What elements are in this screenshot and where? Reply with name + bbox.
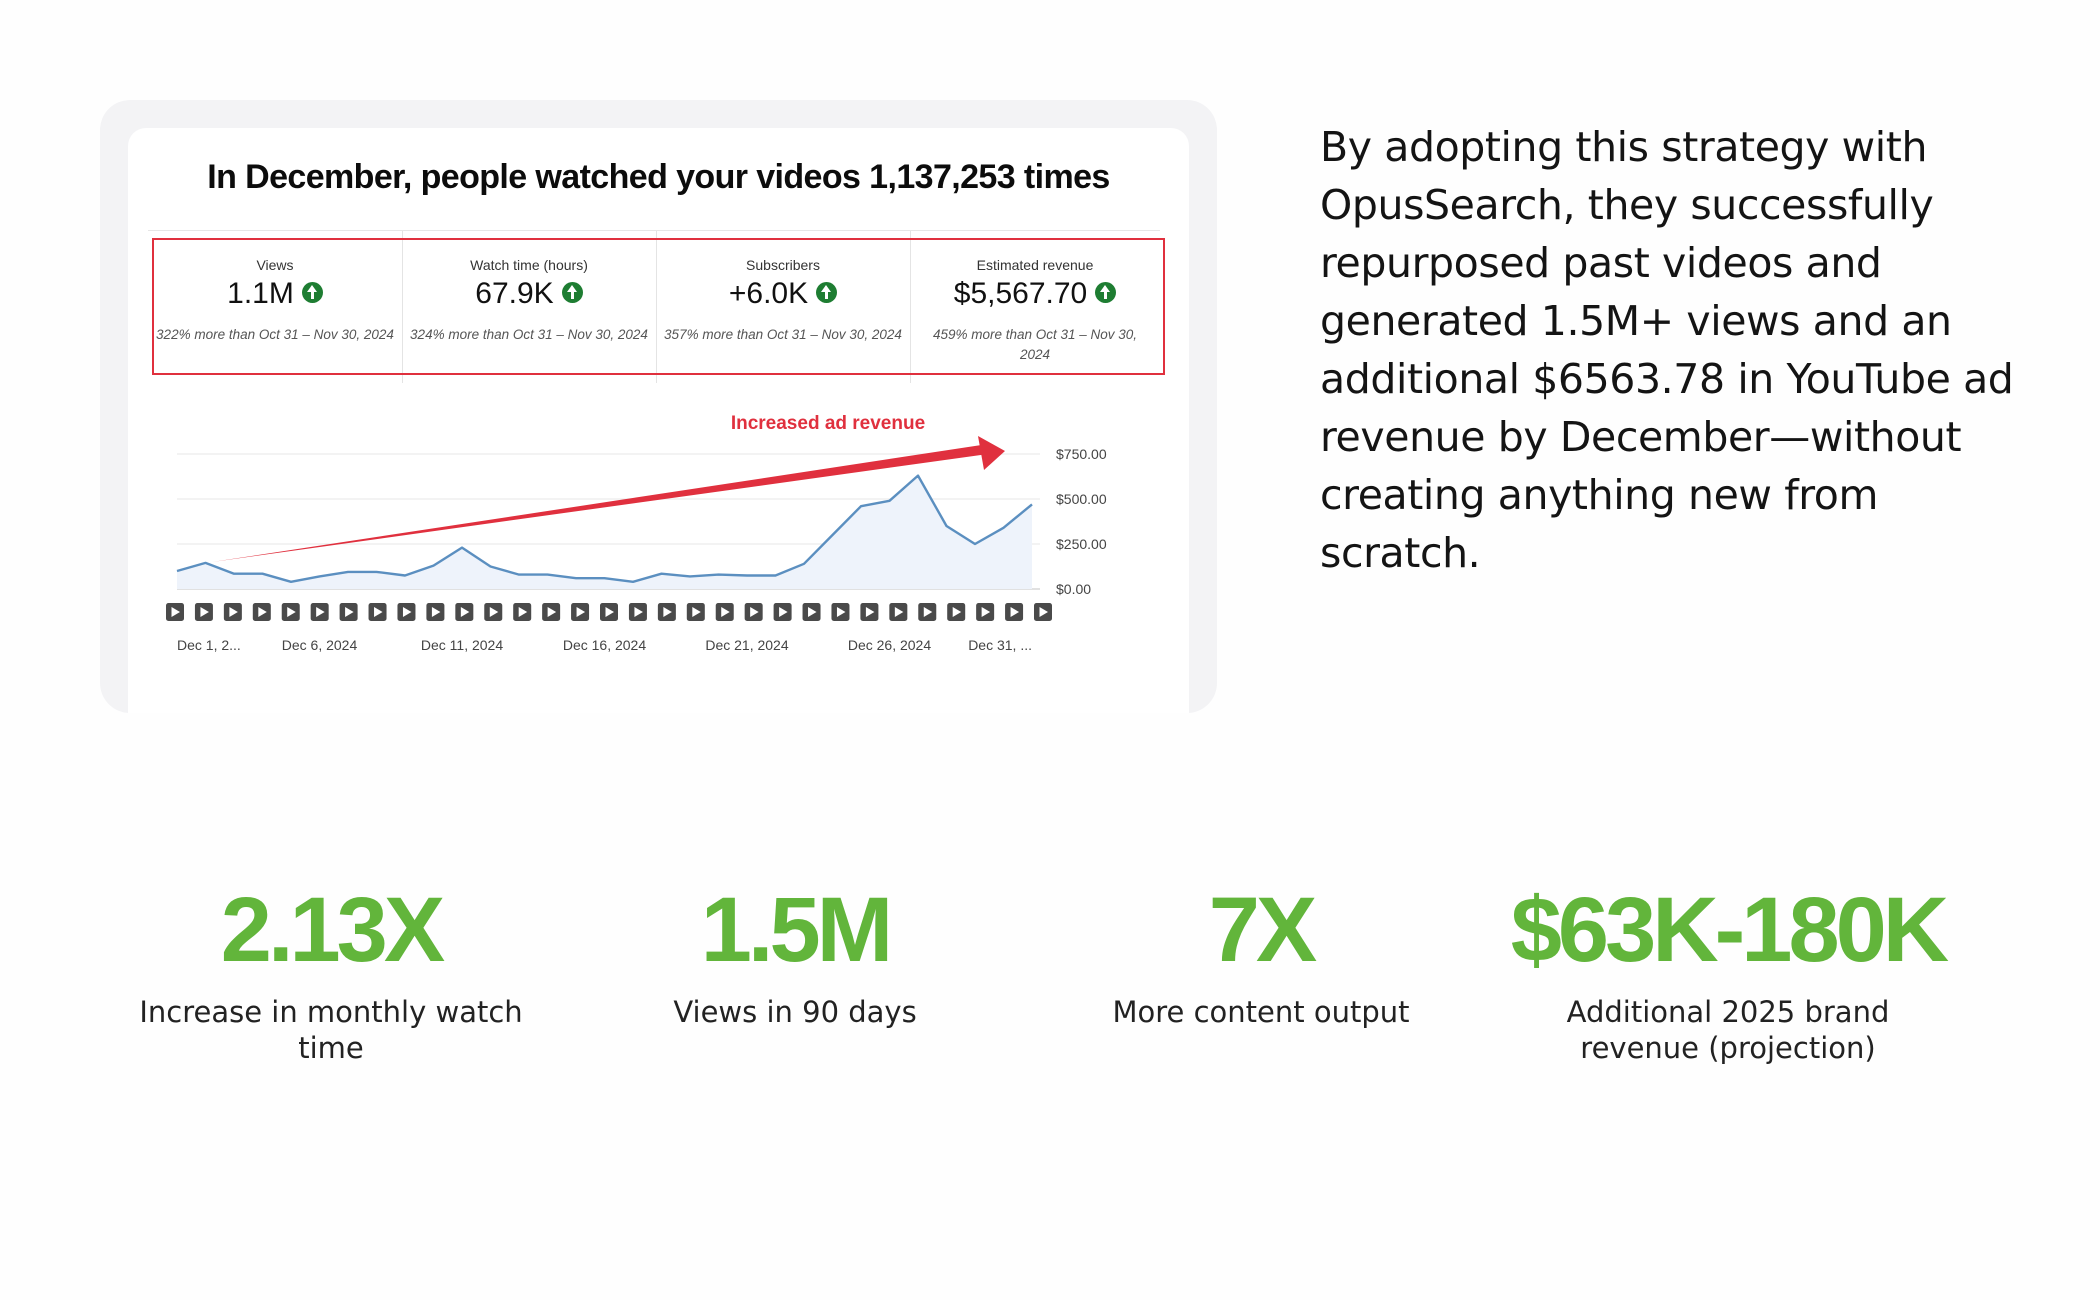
y-tick-label: $750.00 — [1056, 446, 1107, 462]
stat-content-output: 7X More content output — [1041, 880, 1481, 1030]
y-tick-label: $0.00 — [1056, 581, 1091, 597]
stat-value: $63K-180K — [1510, 879, 1950, 981]
y-tick-label: $250.00 — [1056, 536, 1107, 552]
stat-label: Views in 90 days — [673, 995, 917, 1029]
stat-label: Additional 2025 brand revenue (projectio… — [1566, 995, 1890, 1065]
analytics-screenshot: In December, people watched your videos … — [128, 128, 1189, 713]
analytics-card: In December, people watched your videos … — [100, 100, 1217, 713]
metrics-highlight-box — [152, 238, 1165, 375]
stat-views: 1.5M Views in 90 days — [575, 880, 1015, 1030]
x-tick-label: Dec 11, 2024 — [421, 637, 503, 653]
trend-arrow-head — [978, 436, 1005, 470]
revenue-chart: $750.00 $500.00 $250.00 $0.00 Increased ad … — [128, 396, 1189, 713]
revenue-chart-svg: $750.00 $500.00 $250.00 $0.00 Increased ad … — [166, 413, 1107, 653]
x-tick-label: Dec 16, 2024 — [563, 637, 646, 653]
stat-value: 7X — [1208, 879, 1318, 981]
x-tick-label: Dec 31, ... — [968, 637, 1032, 653]
x-tick-label: Dec 1, 2... — [177, 637, 241, 653]
x-tick-label: Dec 6, 2024 — [282, 637, 358, 653]
stat-label: More content output — [1112, 995, 1410, 1029]
stat-brand-revenue: $63K-180K Additional 2025 brand revenue … — [1508, 879, 1950, 1066]
card-title: In December, people watched your videos … — [207, 158, 1110, 196]
annotation-label: Increased ad revenue — [731, 413, 925, 434]
x-tick-label: Dec 26, 2024 — [848, 637, 931, 653]
stat-label: Increase in monthly watch time — [139, 995, 523, 1065]
stat-value: 2.13X — [220, 879, 445, 981]
revenue-area — [177, 475, 1032, 589]
stat-watch-time: 2.13X Increase in monthly watch time — [111, 880, 551, 1066]
x-tick-label: Dec 21, 2024 — [705, 637, 788, 653]
stat-value: 1.5M — [700, 879, 894, 981]
y-tick-label: $500.00 — [1056, 491, 1107, 507]
summary-text: By adopting this strategy with OpusSearc… — [1320, 123, 2014, 577]
